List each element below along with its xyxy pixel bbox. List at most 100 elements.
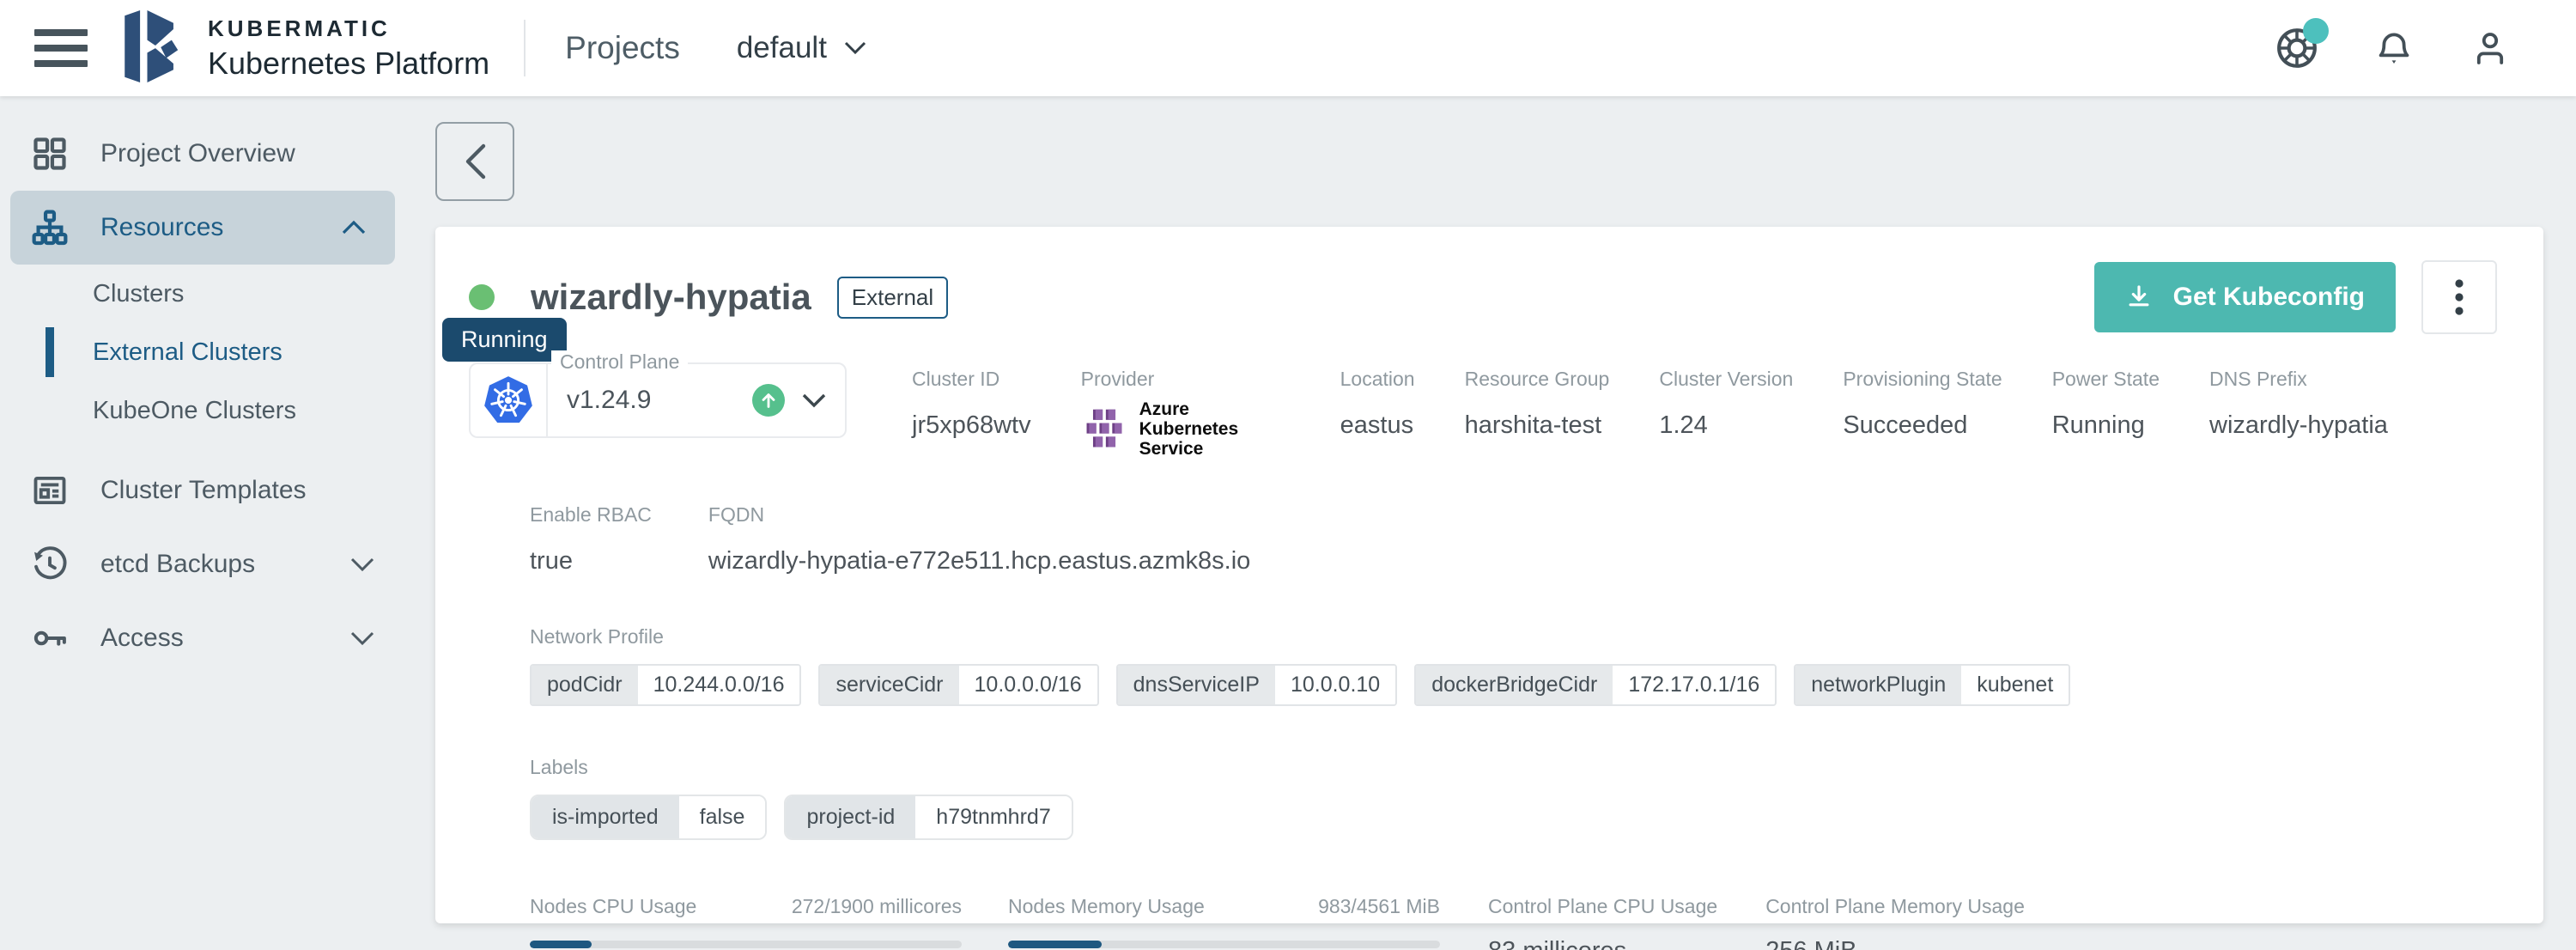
get-kubeconfig-label: Get Kubeconfig — [2173, 283, 2365, 312]
chip-value: 10.0.0.0/16 — [959, 666, 1097, 704]
azure-kubernetes-service-icon — [1081, 406, 1127, 453]
info-value: true — [530, 547, 652, 575]
cluster-status-dot — [469, 284, 495, 310]
chip-key: serviceCidr — [820, 666, 958, 704]
sidebar-item-project-overview[interactable]: Project Overview — [0, 117, 404, 191]
upgrade-available-icon[interactable] — [752, 384, 785, 417]
network-chip-dockerbridgecidr: dockerBridgeCidr 172.17.0.1/16 — [1414, 664, 1777, 706]
chip-value: kubenet — [1961, 666, 2069, 704]
menu-icon[interactable] — [34, 29, 88, 67]
info-value: Succeeded — [1843, 411, 2002, 440]
key-icon — [30, 619, 70, 657]
sidebar-item-label: Access — [100, 624, 184, 653]
nodes-cpu-usage-metric: Nodes CPU Usage 272/1900 millicores — [530, 895, 962, 950]
sidebar-item-clusters[interactable]: Clusters — [0, 265, 404, 323]
chip-value: 10.0.0.10 — [1275, 666, 1395, 704]
info-column-cluster-id: Cluster ID jr5xp68wtv — [912, 368, 1031, 459]
progress-bar-fill — [1008, 941, 1102, 948]
info-value: wizardly-hypatia-e772e511.hcp.eastus.azm… — [708, 547, 1250, 575]
metric-value: 256 MiB — [1765, 937, 2025, 950]
network-chip-dnsserviceip: dnsServiceIP 10.0.0.10 — [1116, 664, 1398, 706]
info-column-provider: Provider — [1081, 368, 1291, 459]
info-column-cluster-version: Cluster Version 1.24 — [1659, 368, 1793, 459]
brand-line1: KUBERMATIC — [208, 15, 489, 42]
chevron-down-icon[interactable] — [802, 393, 826, 408]
sidebar-item-label: External Clusters — [93, 338, 283, 367]
brand-text: KUBERMATIC Kubernetes Platform — [208, 15, 489, 82]
chevron-down-icon — [350, 630, 374, 646]
chip-key: project-id — [786, 796, 915, 838]
info-value: wizardly-hypatia — [2209, 411, 2388, 440]
info-column-power-state: Power State Running — [2052, 368, 2160, 459]
notification-badge — [2303, 18, 2329, 44]
rbac-fqdn-row: Enable RBAC true FQDN wizardly-hypatia-e… — [530, 503, 2497, 575]
control-plane-label: Control Plane — [551, 350, 688, 374]
chevron-up-icon — [342, 220, 366, 235]
info-column-resource-group: Resource Group harshita-test — [1465, 368, 1610, 459]
details-row: Control Plane — [469, 362, 2497, 459]
nodes-memory-usage-metric: Nodes Memory Usage 983/4561 MiB — [1008, 895, 1440, 950]
chevron-down-icon — [350, 557, 374, 572]
chip-value: 172.17.0.1/16 — [1613, 666, 1775, 704]
fqdn-column: FQDN wizardly-hypatia-e772e511.hcp.eastu… — [708, 503, 1250, 575]
main-content: wizardly-hypatia External Get Kubeconfig — [404, 96, 2576, 950]
progress-bar — [530, 941, 962, 948]
sidebar-item-access[interactable]: Access — [0, 601, 404, 675]
brand-line2: Kubernetes Platform — [208, 46, 489, 82]
topbar-actions — [2275, 27, 2511, 70]
info-column-dns-prefix: DNS Prefix wizardly-hypatia — [2209, 368, 2388, 459]
notifications-button[interactable] — [2373, 27, 2415, 69]
chip-key: is-imported — [532, 796, 679, 838]
cluster-info-columns: Cluster ID jr5xp68wtv Provider — [912, 362, 2388, 459]
sidebar-item-label: Clusters — [93, 280, 184, 308]
sidebar: Project Overview Resources — [0, 96, 404, 950]
sidebar-item-label: Cluster Templates — [100, 476, 307, 505]
project-selector-value: default — [737, 31, 827, 65]
back-button[interactable] — [435, 122, 514, 201]
sidebar-item-label: Project Overview — [100, 139, 295, 168]
projects-nav-link[interactable]: Projects — [565, 30, 680, 66]
info-value: Running — [2052, 411, 2160, 440]
cluster-actions-menu-button[interactable] — [2421, 260, 2497, 334]
label-chip-is-imported: is-imported false — [530, 795, 767, 840]
info-label: Provider — [1081, 368, 1291, 391]
control-plane-cpu-usage-metric: Control Plane CPU Usage 83 millicores — [1488, 895, 1717, 950]
chip-key: dnsServiceIP — [1118, 666, 1275, 704]
sidebar-item-kubeone-clusters[interactable]: KubeOne Clusters — [0, 381, 404, 440]
info-value: 1.24 — [1659, 411, 1793, 440]
chip-value: false — [679, 796, 766, 838]
sidebar-item-etcd-backups[interactable]: etcd Backups — [0, 527, 404, 601]
metric-value: 983/4561 MiB — [1318, 895, 1440, 918]
sidebar-item-label: Resources — [100, 213, 223, 242]
sidebar-item-cluster-templates[interactable]: Cluster Templates — [0, 454, 404, 527]
control-plane-version-select[interactable]: Control Plane — [469, 362, 847, 438]
kubermatic-app: KUBERMATIC Kubernetes Platform Projects … — [0, 0, 2576, 950]
info-label: Location — [1340, 368, 1415, 391]
chip-key: podCidr — [532, 666, 638, 704]
kubermatic-logo-icon[interactable] — [124, 10, 189, 87]
labels-chips: is-imported false project-id h79tnmhrd7 — [530, 795, 2497, 840]
info-label: Cluster Version — [1659, 368, 1793, 391]
grid-icon — [30, 135, 70, 173]
get-kubeconfig-button[interactable]: Get Kubeconfig — [2094, 262, 2396, 332]
download-icon — [2125, 283, 2153, 311]
help-panel-button[interactable] — [2275, 27, 2318, 70]
info-label: Enable RBAC — [530, 503, 652, 527]
metric-label: Nodes Memory Usage — [1008, 895, 1205, 918]
chevron-left-icon — [463, 143, 487, 180]
chip-value: 10.244.0.0/16 — [638, 666, 800, 704]
sidebar-item-resources[interactable]: Resources — [10, 191, 395, 265]
user-menu-button[interactable] — [2470, 27, 2511, 69]
info-value: Azure Kubernetes Service — [1139, 399, 1291, 459]
metric-label: Control Plane CPU Usage — [1488, 895, 1717, 918]
history-icon — [30, 545, 70, 583]
chip-value: h79tnmhrd7 — [915, 796, 1071, 838]
user-icon — [2470, 27, 2511, 69]
chip-key: networkPlugin — [1795, 666, 1961, 704]
project-selector[interactable]: default — [737, 31, 866, 65]
bell-icon — [2373, 27, 2415, 69]
info-value: harshita-test — [1465, 411, 1610, 440]
enable-rbac-column: Enable RBAC true — [530, 503, 652, 575]
sidebar-item-external-clusters[interactable]: External Clusters — [0, 323, 404, 381]
cluster-detail-card: wizardly-hypatia External Get Kubeconfig — [435, 227, 2543, 923]
